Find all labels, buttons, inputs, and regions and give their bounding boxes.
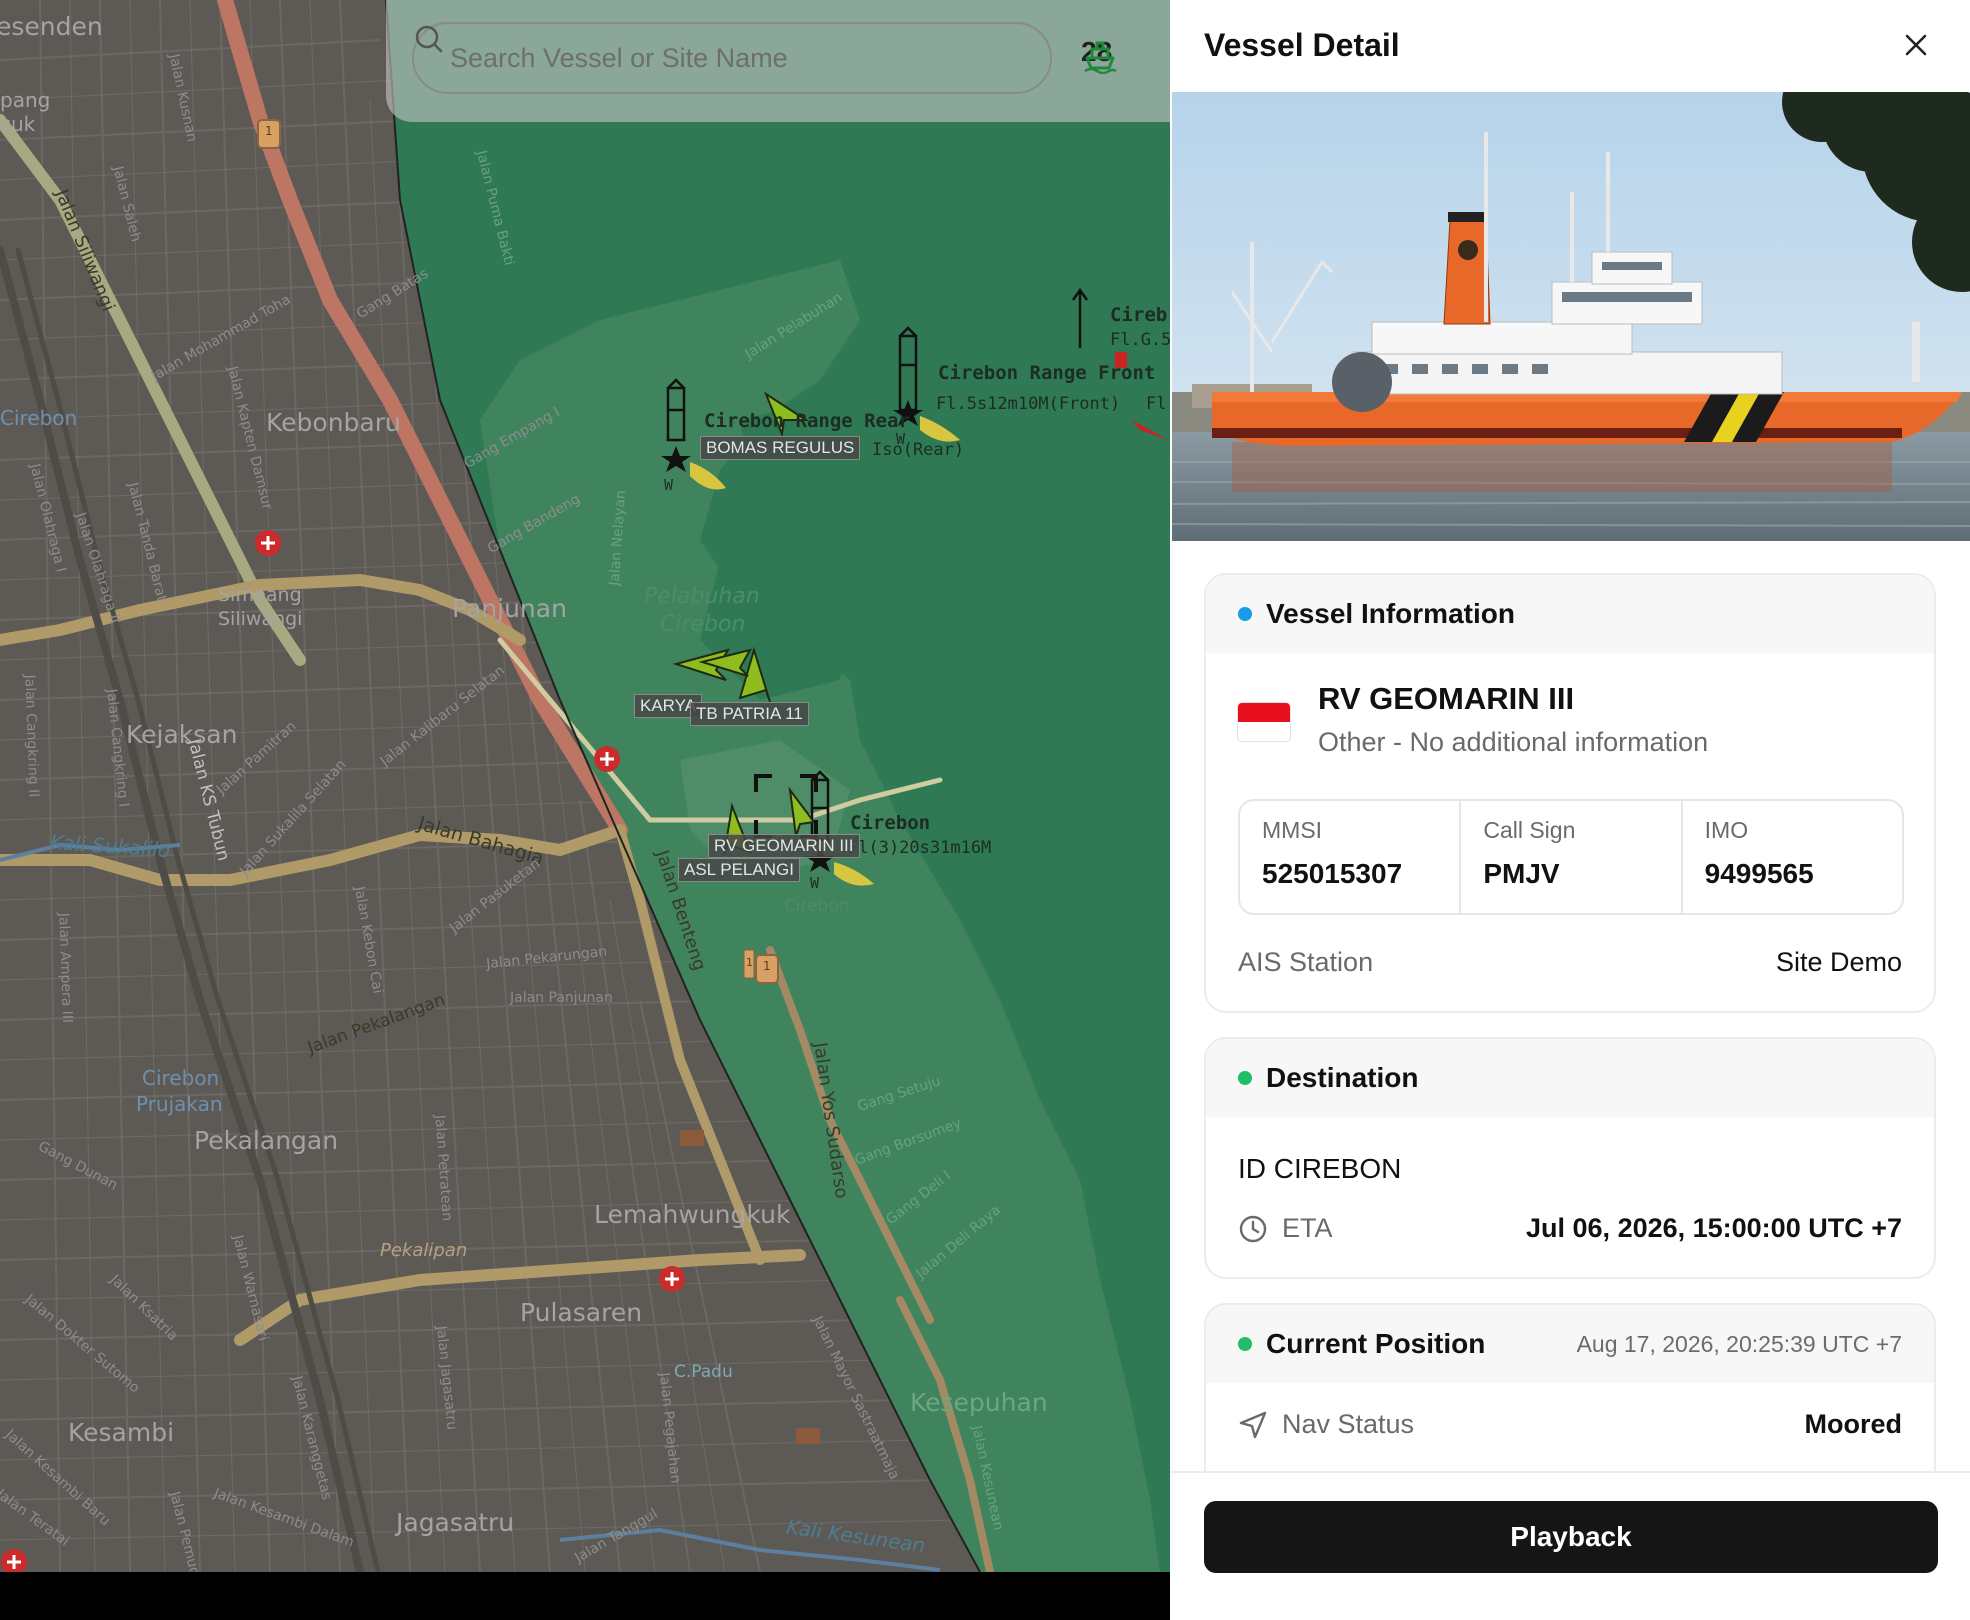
mmsi-cell: MMSI 525015307 xyxy=(1240,801,1462,913)
nav-aid-title: Cireb xyxy=(1110,304,1168,326)
card-header: Vessel Information xyxy=(1206,575,1934,653)
position-timestamp: Aug 17, 2026, 20:25:39 UTC +7 xyxy=(1576,1330,1902,1357)
playback-button[interactable]: Playback xyxy=(1204,1501,1938,1573)
imo-cell: IMO 9499565 xyxy=(1683,801,1902,913)
ship-icon xyxy=(1084,41,1117,74)
district-label: Pulasaren xyxy=(520,1298,643,1327)
district-label: Simpang xyxy=(218,584,302,606)
call-sign-cell: Call Sign PMJV xyxy=(1461,801,1683,913)
id-label: Call Sign xyxy=(1483,817,1576,843)
nav-status-label-group: Nav Status xyxy=(1238,1409,1414,1440)
eta-label-group: ETA xyxy=(1238,1213,1333,1244)
lighthouse-mark: W xyxy=(664,476,674,494)
district-label: Lemahwungkuk xyxy=(594,1200,791,1229)
map-view[interactable]: esenden pang cuk Kebonbaru Panjunan Keja… xyxy=(0,0,1170,1572)
route-number: 1 xyxy=(265,124,273,138)
search-field[interactable] xyxy=(412,22,1052,94)
vessel-tag-rv-geomarin[interactable]: RV GEOMARIN III xyxy=(708,834,860,858)
district-label: Cirebon xyxy=(142,1066,220,1090)
panel-title: Vessel Detail xyxy=(1204,26,1400,63)
map-bottom-strip xyxy=(0,1572,1170,1620)
district-label: Prujakan xyxy=(136,1092,223,1116)
flag-indonesia-icon xyxy=(1238,703,1290,741)
close-icon xyxy=(1905,34,1927,56)
close-button[interactable] xyxy=(1896,25,1936,65)
card-header: Destination xyxy=(1206,1039,1934,1117)
destination-value: ID CIREBON xyxy=(1238,1153,1402,1184)
port-label: Pelabuhan xyxy=(644,584,760,609)
vessel-tag-asl-pelangi[interactable]: ASL PELANGI xyxy=(678,858,800,882)
ais-station-row: AIS Station Site Demo xyxy=(1238,947,1902,978)
district-label: Jagasatru xyxy=(396,1508,515,1537)
id-value: PMJV xyxy=(1483,858,1560,889)
vessel-count-badge[interactable]: 28 xyxy=(1081,36,1117,74)
card-title: Destination xyxy=(1266,1062,1419,1093)
district-label: esenden xyxy=(0,12,103,41)
route-number: 1 xyxy=(746,956,753,969)
street-label: Pekalipan xyxy=(380,1240,468,1261)
current-position-card: Current Position Aug 17, 2026, 20:25:39 … xyxy=(1204,1303,1936,1471)
vessel-type: Other - No additional information xyxy=(1318,727,1709,757)
district-label: pang xyxy=(0,88,51,112)
district-label: Kesepuhan xyxy=(910,1388,1048,1417)
district-label: Cirebon xyxy=(0,406,78,430)
district-label: Kejaksan xyxy=(126,720,238,749)
district-label: cuk xyxy=(0,112,36,136)
card-title: Current Position xyxy=(1266,1328,1486,1359)
nav-aid-title: Cirebon Range Rear xyxy=(704,410,910,432)
nav-aid-subtitle: Fl.5s12m10M(Front) xyxy=(936,394,1121,414)
district-label: Panjunan xyxy=(452,594,567,623)
nav-aid-title: Cirebon xyxy=(850,812,931,834)
panel-content[interactable]: Vessel Information RV GEOMARIN III Other… xyxy=(1170,541,1970,1471)
clock-icon xyxy=(1239,1215,1267,1242)
district-label: Kesambi xyxy=(68,1418,175,1447)
vessel-ids-grid: MMSI 525015307 Call Sign PMJV IMO 949956… xyxy=(1238,799,1904,915)
vessel-photo xyxy=(1172,92,1970,541)
id-value: 525015307 xyxy=(1262,858,1403,889)
eta-label: ETA xyxy=(1282,1213,1333,1243)
route-number: 1 xyxy=(763,959,771,973)
nav-status-value: Moored xyxy=(1804,1409,1903,1439)
status-dot xyxy=(1238,1071,1252,1085)
id-value: 9499565 xyxy=(1704,858,1814,889)
district-label: Kebonbaru xyxy=(266,408,401,437)
status-dot xyxy=(1238,607,1252,621)
district-label: Pekalangan xyxy=(194,1126,339,1155)
street-label: Jalan Panjunan xyxy=(510,990,613,1006)
nav-aid-subtitle: Fl. xyxy=(1146,394,1170,414)
id-label: IMO xyxy=(1704,817,1749,843)
status-dot xyxy=(1238,1337,1252,1351)
vessel-name: RV GEOMARIN III xyxy=(1318,681,1575,716)
search-bar-container: 28 xyxy=(386,0,1170,122)
search-icon xyxy=(415,25,443,53)
nav-aid-subtitle: Iso(Rear) xyxy=(872,440,965,460)
card-header: Current Position Aug 17, 2026, 20:25:39 … xyxy=(1206,1305,1934,1383)
panel-header: Vessel Detail xyxy=(1170,0,1970,90)
nav-aid-title: Cirebon Range Front xyxy=(938,362,1156,384)
map-label: Cirebon xyxy=(784,896,850,916)
card-title: Vessel Information xyxy=(1266,598,1515,629)
ais-station-value: Site Demo xyxy=(1775,947,1902,977)
map-label: C.Padu xyxy=(674,1362,733,1382)
destination-card: Destination ID CIREBON ETA Jul 06, 2026,… xyxy=(1204,1037,1936,1279)
lighthouse-mark: W xyxy=(896,430,906,448)
lighthouse-mark: W xyxy=(810,874,820,892)
navigation-arrow-icon xyxy=(1239,1411,1267,1438)
vessel-tag-tb-patria[interactable]: TB PATRIA 11 xyxy=(690,702,809,726)
nav-status-row: Nav Status Moored xyxy=(1238,1409,1902,1440)
nav-aid-subtitle: Fl.G.5 xyxy=(1110,330,1170,350)
search-input[interactable] xyxy=(448,41,1012,75)
vessel-tag-bomas-regulus[interactable]: BOMAS REGULUS xyxy=(700,436,861,460)
district-label: Siliwangi xyxy=(218,608,303,630)
nav-aid-subtitle: Fl(3)20s31m16M xyxy=(848,838,992,858)
panel-footer: Playback xyxy=(1170,1471,1970,1620)
vessel-detail-panel: Vessel Detail Vessel Information RV GEOM… xyxy=(1170,0,1970,1620)
port-label: Cirebon xyxy=(660,612,746,637)
eta-row: ETA Jul 06, 2026, 15:00:00 UTC +7 xyxy=(1238,1213,1902,1244)
ais-station-label: AIS Station xyxy=(1238,947,1374,977)
nav-status-label: Nav Status xyxy=(1282,1409,1415,1439)
id-label: MMSI xyxy=(1262,817,1323,843)
eta-value: Jul 06, 2026, 15:00:00 UTC +7 xyxy=(1526,1213,1902,1243)
vessel-information-card: Vessel Information RV GEOMARIN III Other… xyxy=(1204,573,1936,1013)
